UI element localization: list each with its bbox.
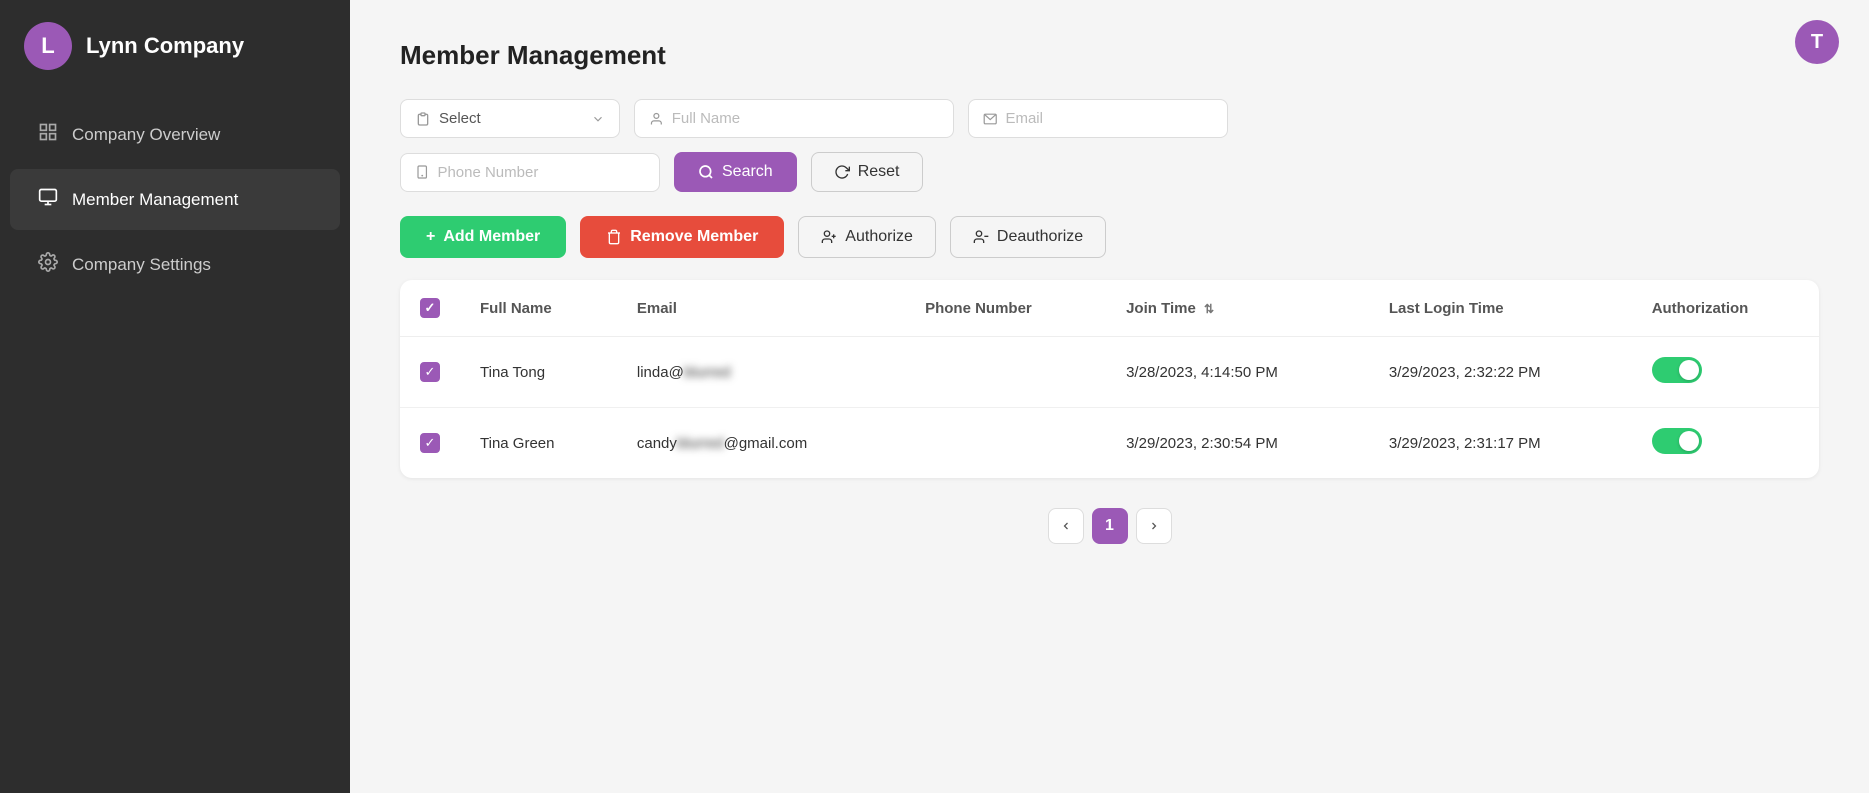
full-name-input[interactable] (672, 110, 939, 127)
authorize-icon (821, 229, 837, 245)
authorize-label: Authorize (845, 228, 913, 246)
table-row: ✓ Tina Green candyblurred@gmail.com 3/29… (400, 408, 1819, 479)
deauthorize-icon (973, 229, 989, 245)
chevron-left-icon (1060, 520, 1072, 532)
sidebar-header: L Lynn Company (0, 0, 350, 92)
row-2-toggle[interactable] (1652, 428, 1702, 454)
chevron-right-icon (1148, 520, 1160, 532)
member-management-label: Member Management (72, 190, 238, 210)
row-1-toggle[interactable] (1652, 357, 1702, 383)
page-title: Member Management (400, 40, 1819, 71)
trash-icon (606, 229, 622, 245)
email-filter (968, 99, 1228, 138)
pagination: 1 (400, 508, 1819, 544)
row-2-full-name: Tina Green (460, 408, 617, 479)
row-2-join-time: 3/29/2023, 2:30:54 PM (1106, 408, 1369, 479)
pagination-page-1[interactable]: 1 (1092, 508, 1128, 544)
select-icon (415, 111, 431, 127)
row-2-last-login: 3/29/2023, 2:31:17 PM (1369, 408, 1632, 479)
header-checkbox-cell: ✓ (400, 280, 460, 337)
authorize-button[interactable]: Authorize (798, 216, 936, 258)
header-authorization: Authorization (1632, 280, 1819, 337)
phone-input[interactable] (437, 164, 645, 181)
phone-icon (415, 164, 429, 180)
sidebar: L Lynn Company Company Overview Member M… (0, 0, 350, 793)
reset-icon (834, 164, 850, 180)
table-header-row: ✓ Full Name Email Phone Number Join Time… (400, 280, 1819, 337)
chevron-down-icon (591, 112, 605, 126)
remove-member-button[interactable]: Remove Member (580, 216, 784, 258)
company-overview-label: Company Overview (72, 125, 220, 145)
row-1-last-login: 3/29/2023, 2:32:22 PM (1369, 337, 1632, 408)
row-2-checkbox-cell: ✓ (400, 408, 460, 479)
pagination-prev[interactable] (1048, 508, 1084, 544)
search-icon (698, 164, 714, 180)
row-1-email: linda@blurred (617, 337, 905, 408)
remove-member-label: Remove Member (630, 228, 758, 246)
company-settings-icon (38, 252, 58, 277)
company-settings-label: Company Settings (72, 255, 211, 275)
deauthorize-button[interactable]: Deauthorize (950, 216, 1106, 258)
deauthorize-label: Deauthorize (997, 228, 1083, 246)
header-phone: Phone Number (905, 280, 1106, 337)
full-name-filter (634, 99, 954, 138)
sort-icon: ⇅ (1204, 302, 1214, 316)
role-select[interactable]: Select (400, 99, 620, 138)
header-full-name: Full Name (460, 280, 617, 337)
members-table: ✓ Full Name Email Phone Number Join Time… (400, 280, 1819, 478)
phone-filter (400, 153, 660, 192)
top-avatar[interactable]: T (1795, 20, 1839, 64)
header-join-time[interactable]: Join Time ⇅ (1106, 280, 1369, 337)
reset-button[interactable]: Reset (811, 152, 923, 192)
row-1-checkbox-cell: ✓ (400, 337, 460, 408)
row-1-phone (905, 337, 1106, 408)
row-2-email: candyblurred@gmail.com (617, 408, 905, 479)
member-management-icon (38, 187, 58, 212)
sidebar-nav: Company Overview Member Management Compa… (0, 92, 350, 307)
row-1-full-name: Tina Tong (460, 337, 617, 408)
company-overview-icon (38, 122, 58, 147)
search-button[interactable]: Search (674, 152, 797, 192)
filter-row-2: Search Reset (400, 152, 1819, 192)
person-icon (649, 111, 664, 127)
members-table-container: ✓ Full Name Email Phone Number Join Time… (400, 280, 1819, 478)
add-member-button[interactable]: + Add Member (400, 216, 566, 258)
company-avatar: L (24, 22, 72, 70)
sidebar-item-company-settings[interactable]: Company Settings (10, 234, 340, 295)
select-placeholder: Select (439, 110, 481, 127)
company-name: Lynn Company (86, 33, 244, 59)
table-row: ✓ Tina Tong linda@blurred 3/28/2023, 4:1… (400, 337, 1819, 408)
pagination-next[interactable] (1136, 508, 1172, 544)
email-input[interactable] (1005, 110, 1213, 127)
row-2-authorization (1632, 408, 1819, 479)
filter-row-1: Select (400, 99, 1819, 138)
header-last-login: Last Login Time (1369, 280, 1632, 337)
action-row: + Add Member Remove Member Authorize Dea… (400, 216, 1819, 258)
row-1-authorization (1632, 337, 1819, 408)
row-1-join-time: 3/28/2023, 4:14:50 PM (1106, 337, 1369, 408)
row-2-checkbox[interactable]: ✓ (420, 433, 440, 453)
sidebar-item-member-management[interactable]: Member Management (10, 169, 340, 230)
row-1-checkbox[interactable]: ✓ (420, 362, 440, 382)
select-all-checkbox[interactable]: ✓ (420, 298, 440, 318)
row-2-phone (905, 408, 1106, 479)
add-member-label: Add Member (443, 228, 540, 246)
main-content: T Member Management Select Search (350, 0, 1869, 793)
sidebar-item-company-overview[interactable]: Company Overview (10, 104, 340, 165)
header-email: Email (617, 280, 905, 337)
email-icon (983, 111, 997, 127)
